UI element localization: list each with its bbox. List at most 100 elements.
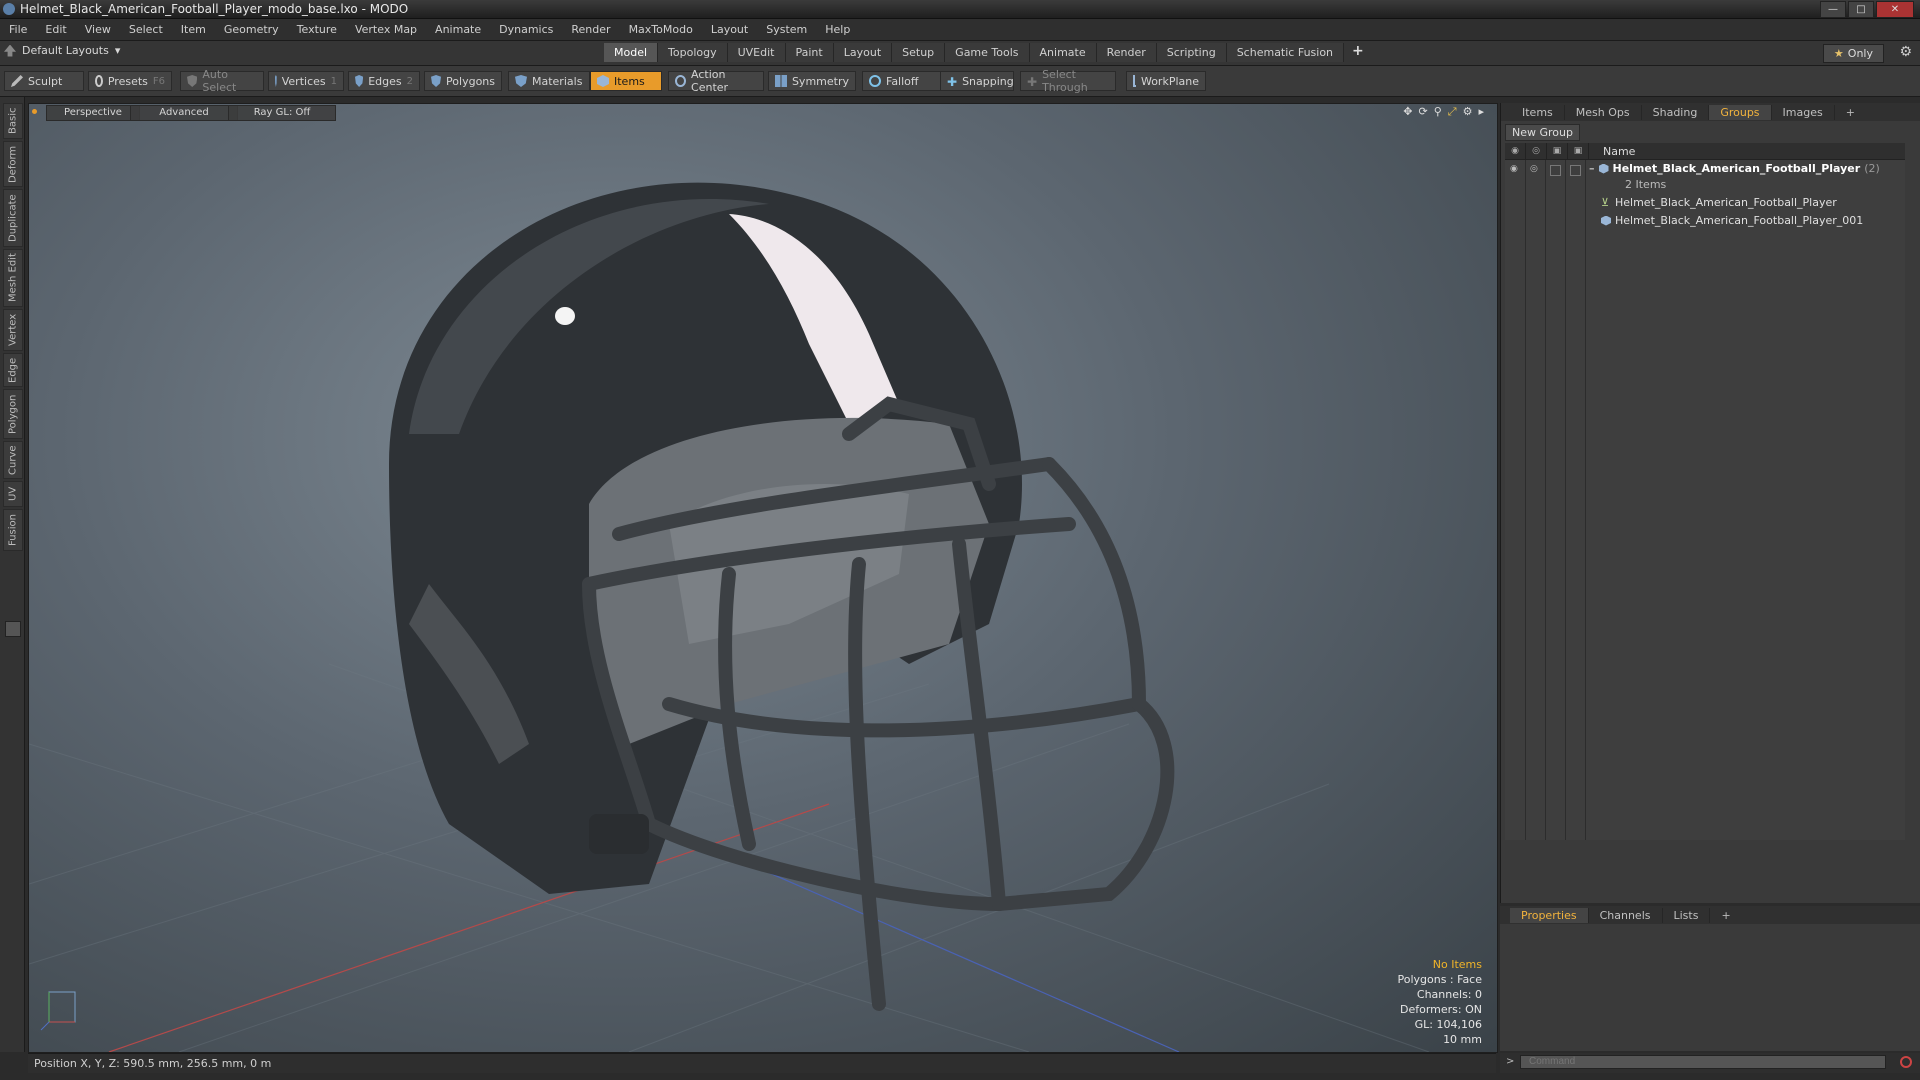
tab-game-tools[interactable]: Game Tools bbox=[945, 43, 1030, 62]
select-checkbox[interactable] bbox=[1570, 165, 1581, 176]
sculpt-label: Sculpt bbox=[28, 74, 63, 88]
visibility-header-icon: ◉ bbox=[1505, 143, 1526, 159]
tab-groups[interactable]: Groups bbox=[1709, 104, 1772, 120]
snapping-label: Snapping bbox=[962, 74, 1014, 88]
falloff-button[interactable]: Falloff bbox=[862, 71, 942, 91]
tab-topology[interactable]: Topology bbox=[658, 43, 728, 62]
presets-button[interactable]: Presets F6 bbox=[88, 71, 172, 91]
command-input[interactable] bbox=[1520, 1055, 1886, 1069]
new-group-button[interactable]: New Group bbox=[1505, 124, 1580, 141]
tab-properties[interactable]: Properties bbox=[1510, 907, 1589, 923]
materials-button[interactable]: Materials bbox=[508, 71, 590, 91]
zoom-icon[interactable]: ⚲ bbox=[1434, 105, 1442, 119]
tab-shading[interactable]: Shading bbox=[1642, 104, 1710, 120]
tab-scripting[interactable]: Scripting bbox=[1156, 43, 1227, 62]
workplane-button[interactable]: WorkPlane bbox=[1126, 71, 1206, 91]
group-row[interactable]: – Helmet_Black_American_Football_Player … bbox=[1589, 162, 1880, 175]
maximize-button[interactable]: □ bbox=[1848, 1, 1874, 18]
specular-highlight bbox=[555, 307, 575, 325]
menu-dynamics[interactable]: Dynamics bbox=[490, 23, 562, 36]
menu-maxtomodo[interactable]: MaxToModo bbox=[620, 23, 702, 36]
tab-setup[interactable]: Setup bbox=[892, 43, 946, 62]
auto-select-label: Auto Select bbox=[202, 68, 237, 94]
close-button[interactable]: ✕ bbox=[1876, 1, 1914, 18]
tab-items[interactable]: Items bbox=[1511, 104, 1565, 120]
vtab-duplicate[interactable]: Duplicate bbox=[3, 189, 23, 247]
list-item[interactable]: ⊻ Helmet_Black_American_Football_Player bbox=[1601, 196, 1837, 209]
tab-layout[interactable]: Layout bbox=[833, 43, 893, 62]
raygl-toggle[interactable]: Ray GL: Off bbox=[228, 105, 336, 121]
polygons-button[interactable]: Polygons bbox=[424, 71, 502, 91]
tab-paint[interactable]: Paint bbox=[785, 43, 834, 62]
vtab-deform[interactable]: Deform bbox=[3, 141, 23, 187]
vtab-basic[interactable]: Basic bbox=[3, 103, 23, 139]
menu-select[interactable]: Select bbox=[120, 23, 172, 36]
menu-system[interactable]: System bbox=[757, 23, 816, 36]
tab-uvedit[interactable]: UVEdit bbox=[727, 43, 786, 62]
tab-model[interactable]: Model bbox=[604, 43, 659, 62]
render-toggle-icon[interactable]: ◎ bbox=[1530, 164, 1538, 174]
edges-button[interactable]: Edges 2 bbox=[348, 71, 420, 91]
view-type-dropdown[interactable]: Perspective bbox=[46, 105, 140, 121]
lock-checkbox[interactable] bbox=[1550, 165, 1561, 176]
layouts-dropdown[interactable]: Default Layouts ▾ bbox=[4, 44, 120, 57]
menu-item[interactable]: Item bbox=[172, 23, 215, 36]
menu-view[interactable]: View bbox=[76, 23, 120, 36]
tab-schematic-fusion[interactable]: Schematic Fusion bbox=[1226, 43, 1345, 62]
sculpt-button[interactable]: Sculpt bbox=[4, 71, 84, 91]
menu-geometry[interactable]: Geometry bbox=[215, 23, 288, 36]
action-center-button[interactable]: Action Center bbox=[668, 68, 764, 94]
tab-images[interactable]: Images bbox=[1772, 104, 1835, 120]
command-history-arrow-icon[interactable]: > bbox=[1506, 1056, 1514, 1067]
menu-help[interactable]: Help bbox=[816, 23, 859, 36]
select-through-button[interactable]: ✚ Select Through bbox=[1020, 68, 1116, 94]
mode-tabs: Model Topology UVEdit Paint Layout Setup… bbox=[604, 43, 1372, 62]
vtab-fusion[interactable]: Fusion bbox=[3, 509, 23, 551]
viewport-gear-icon[interactable]: ⚙ bbox=[1463, 105, 1473, 119]
tab-mesh-ops[interactable]: Mesh Ops bbox=[1565, 104, 1642, 120]
presets-icon bbox=[95, 75, 103, 87]
menu-edit[interactable]: Edit bbox=[36, 23, 75, 36]
tab-animate[interactable]: Animate bbox=[1029, 43, 1097, 62]
rotate-icon[interactable]: ⟳ bbox=[1419, 105, 1428, 119]
vtab-edge[interactable]: Edge bbox=[3, 353, 23, 387]
list-item[interactable]: Helmet_Black_American_Football_Player_00… bbox=[1601, 214, 1863, 227]
gear-icon[interactable]: ⚙ bbox=[1899, 44, 1912, 60]
vtab-mesh-edit[interactable]: Mesh Edit bbox=[3, 249, 23, 307]
collapse-icon[interactable]: – bbox=[1589, 162, 1595, 175]
items-button[interactable]: Items bbox=[590, 71, 662, 91]
menu-animate[interactable]: Animate bbox=[426, 23, 490, 36]
fit-icon[interactable]: ⤢ bbox=[1448, 105, 1457, 119]
tab-channels[interactable]: Channels bbox=[1589, 907, 1663, 923]
expand-arrow-icon[interactable]: ▸ bbox=[1478, 105, 1484, 119]
menu-file[interactable]: File bbox=[0, 23, 36, 36]
minimize-button[interactable]: — bbox=[1820, 1, 1846, 18]
menu-bar: File Edit View Select Item Geometry Text… bbox=[0, 19, 1920, 41]
auto-select-button[interactable]: Auto Select bbox=[180, 68, 264, 94]
3d-viewport[interactable] bbox=[28, 103, 1498, 1053]
menu-texture[interactable]: Texture bbox=[288, 23, 346, 36]
eye-icon[interactable]: ◉ bbox=[1510, 164, 1518, 174]
snapping-button[interactable]: ✚ Snapping bbox=[940, 71, 1014, 91]
palette-toggle-button[interactable] bbox=[5, 621, 21, 637]
vtab-curve[interactable]: Curve bbox=[3, 441, 23, 479]
vtab-polygon[interactable]: Polygon bbox=[3, 389, 23, 439]
pan-icon[interactable]: ✥ bbox=[1403, 105, 1412, 119]
position-readout: Position X, Y, Z: 590.5 mm, 256.5 mm, 0 … bbox=[34, 1057, 272, 1070]
record-icon[interactable] bbox=[1900, 1056, 1912, 1068]
chevron-down-icon: ▾ bbox=[114, 44, 121, 57]
menu-vertex-map[interactable]: Vertex Map bbox=[346, 23, 426, 36]
vtab-vertex[interactable]: Vertex bbox=[3, 309, 23, 351]
tab-lists[interactable]: Lists bbox=[1663, 907, 1711, 923]
menu-layout[interactable]: Layout bbox=[702, 23, 757, 36]
vtab-uv[interactable]: UV bbox=[3, 481, 23, 507]
menu-render[interactable]: Render bbox=[562, 23, 619, 36]
add-tab-icon[interactable]: + bbox=[1344, 43, 1372, 62]
only-toggle-button[interactable]: ★ Only bbox=[1822, 44, 1884, 63]
vertices-button[interactable]: Vertices 1 bbox=[268, 71, 344, 91]
shading-mode-dropdown[interactable]: Advanced bbox=[130, 105, 238, 121]
symmetry-button[interactable]: Symmetry bbox=[768, 71, 856, 91]
add-panel-tab-icon[interactable]: + bbox=[1835, 105, 1866, 120]
add-properties-tab-icon[interactable]: + bbox=[1710, 908, 1741, 923]
tab-render[interactable]: Render bbox=[1096, 43, 1157, 62]
